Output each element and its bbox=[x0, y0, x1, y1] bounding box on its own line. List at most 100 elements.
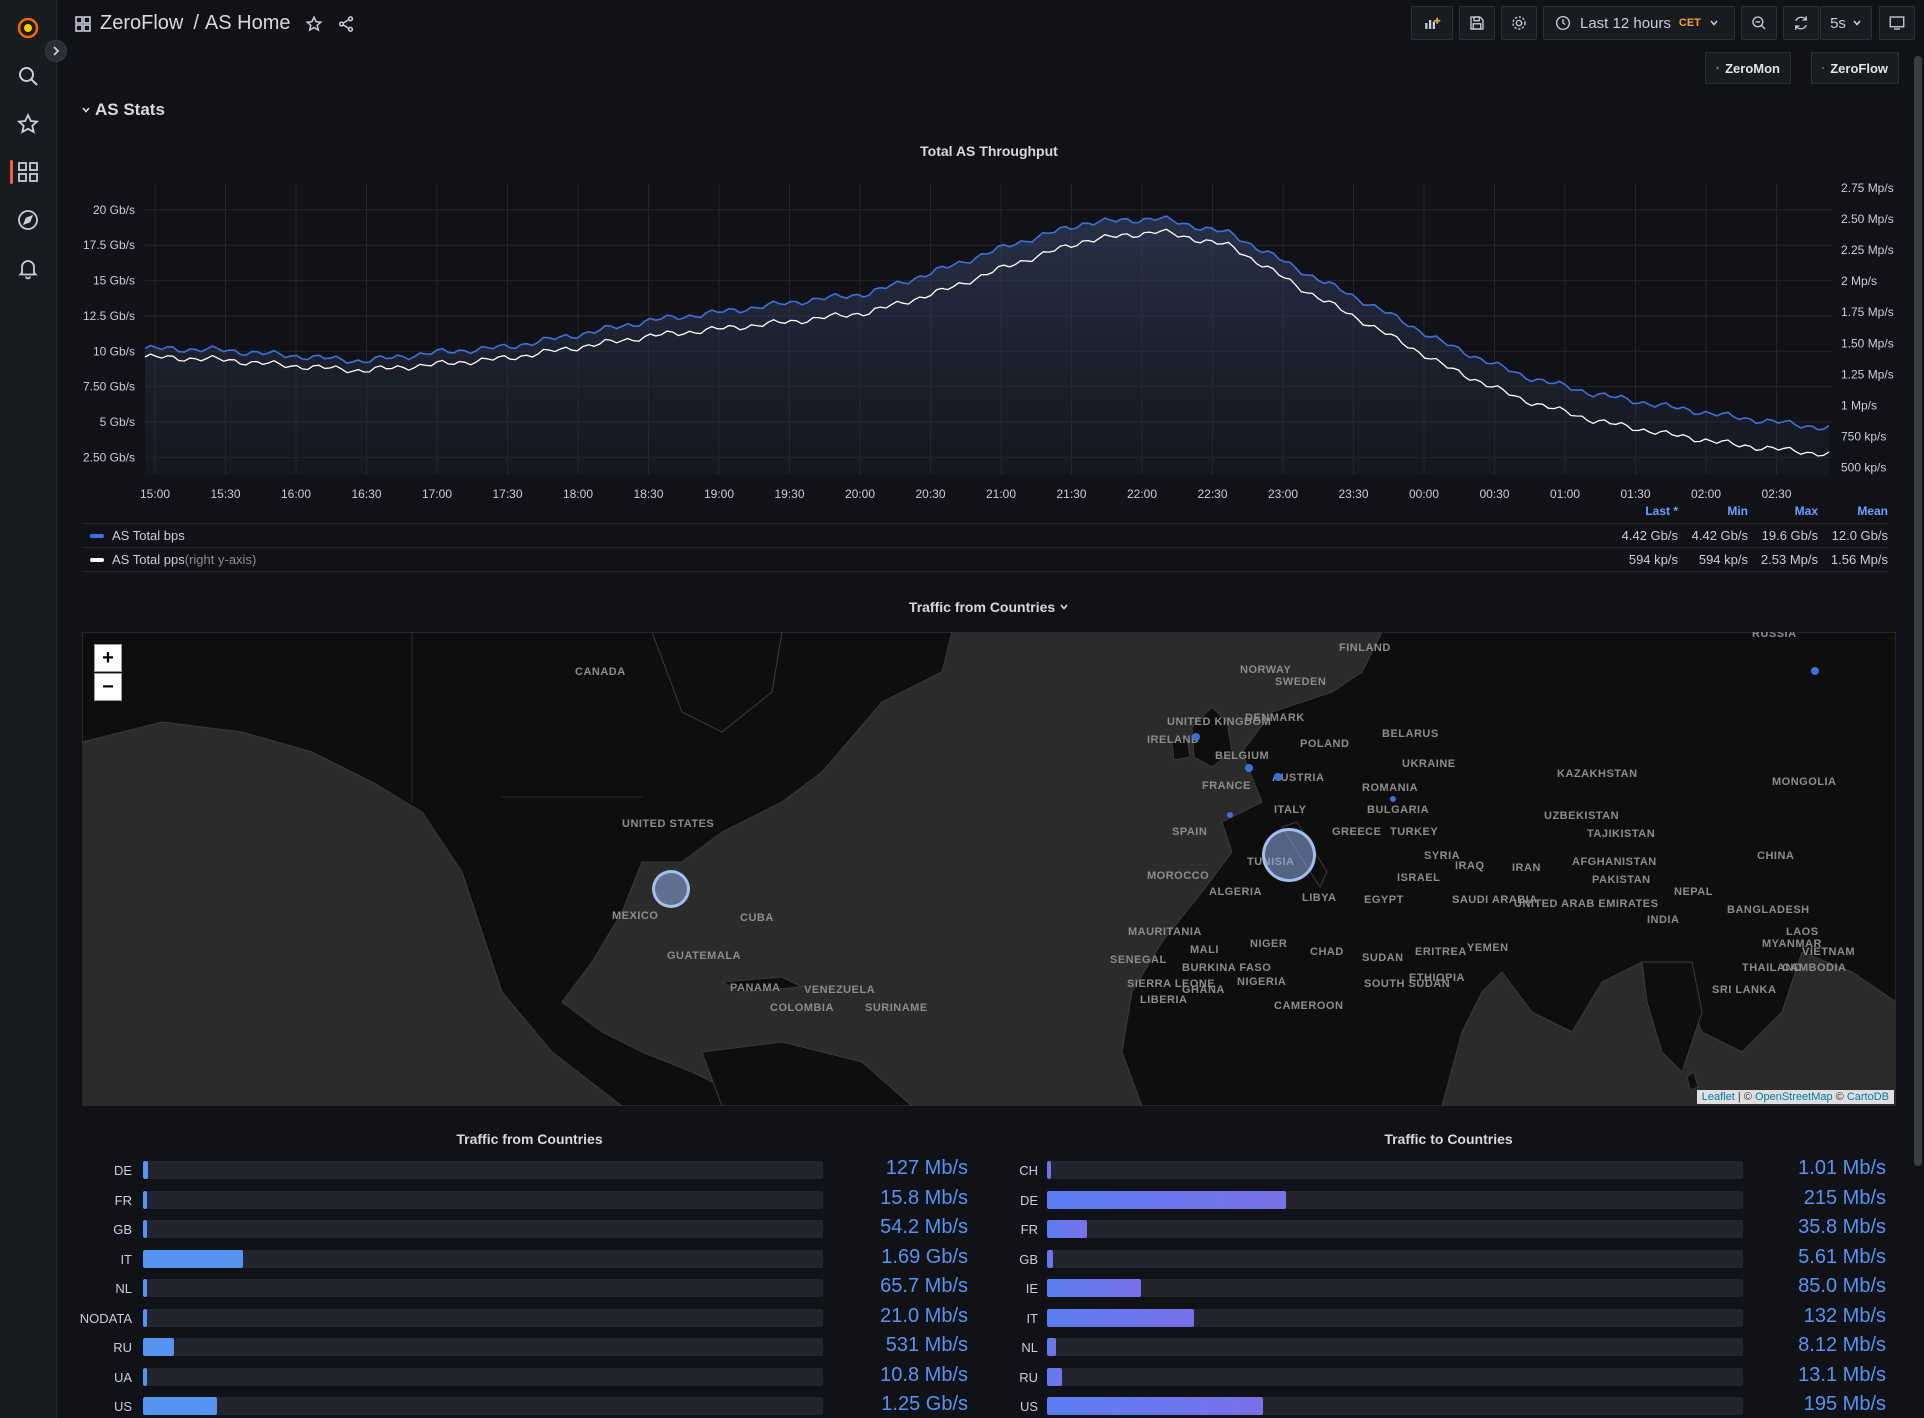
bargauge-track[interactable] bbox=[1047, 1367, 1743, 1386]
chart-y-right-tick: 2.75 Mp/s bbox=[1841, 181, 1894, 195]
bargauge-fill bbox=[143, 1190, 147, 1209]
bargauge-track[interactable] bbox=[143, 1190, 823, 1209]
map-country-label: FINLAND bbox=[1339, 642, 1391, 654]
map-country-label: ISRAEL bbox=[1397, 872, 1441, 884]
legend-header-min[interactable]: Min bbox=[1678, 504, 1748, 518]
bargauge-track[interactable] bbox=[1047, 1308, 1743, 1327]
legend-min: 4.42 Gb/s bbox=[1691, 528, 1748, 543]
bargauge-label: US bbox=[1019, 1399, 1038, 1414]
bargauge-track[interactable] bbox=[143, 1308, 823, 1327]
bargauge-fill bbox=[1047, 1338, 1057, 1356]
bargauge-value: 65.7 Mb/s bbox=[880, 1275, 968, 1297]
bargauge-track[interactable] bbox=[143, 1279, 823, 1297]
chart-y-right-tick: 1.50 Mp/s bbox=[1841, 336, 1894, 350]
map-country-label: SRI LANKA bbox=[1712, 984, 1777, 996]
chart-x-tick: 15:00 bbox=[140, 487, 170, 501]
bargauge-track[interactable] bbox=[143, 1249, 823, 1268]
bargauge-fill bbox=[1047, 1308, 1194, 1327]
chart-x-tick: 17:30 bbox=[492, 487, 522, 501]
legend-mean: 12.0 Gb/s bbox=[1831, 528, 1888, 543]
bargauge-track[interactable] bbox=[1047, 1249, 1743, 1268]
throughput-chart[interactable]: 2.50 Gb/s 5 Gb/s 7.50 Gb/s 10 Gb/s 12.5 Gb/s… bbox=[0, 0, 1924, 520]
map-country-label: MOROCCO bbox=[1147, 870, 1210, 882]
bargauge-track[interactable] bbox=[143, 1338, 823, 1356]
map-country-label: THAILAND bbox=[1742, 962, 1803, 974]
bargauge-label: FR bbox=[114, 1192, 132, 1208]
traffic-to-panel-title[interactable]: Traffic to Countries bbox=[1001, 1131, 1896, 1147]
map-dot-gb[interactable] bbox=[1192, 733, 1200, 741]
map-zoom-in-button[interactable]: + bbox=[94, 644, 122, 672]
map-dot-ru[interactable] bbox=[1811, 667, 1819, 675]
map-country-label: AFGHANISTAN bbox=[1572, 856, 1657, 868]
legend-item-bps[interactable]: AS Total bps bbox=[90, 528, 185, 543]
legend-header-max[interactable]: Max bbox=[1748, 504, 1818, 518]
chart-x-tick: 18:00 bbox=[563, 487, 593, 501]
chart-y-right-tick: 500 kp/s bbox=[1841, 461, 1886, 475]
map-dot-nl[interactable] bbox=[1245, 764, 1253, 772]
map-country-label: UKRAINE bbox=[1402, 758, 1456, 770]
bargauge-value: 54.2 Mb/s bbox=[880, 1216, 968, 1238]
bargauge-value: 35.8 Mb/s bbox=[1798, 1216, 1886, 1238]
chart-y-left-tick: 2.50 Gb/s bbox=[83, 450, 135, 464]
chart-x-tick: 20:00 bbox=[845, 487, 875, 501]
map-landmass bbox=[82, 632, 1896, 1106]
map-country-label: LIBERIA bbox=[1140, 994, 1188, 1006]
bargauge-label: IT bbox=[120, 1251, 132, 1267]
map-country-label: IRAN bbox=[1512, 862, 1541, 874]
map-country-label: FRANCE bbox=[1202, 780, 1251, 792]
chart-y-left-tick: 5 Gb/s bbox=[100, 415, 135, 429]
bargauge-track[interactable] bbox=[143, 1220, 823, 1238]
bargauge-track[interactable] bbox=[1047, 1161, 1743, 1179]
bargauge-track[interactable] bbox=[143, 1367, 823, 1386]
map-country-label: NIGER bbox=[1250, 938, 1288, 950]
bargauge-value: 1.25 Gb/s bbox=[881, 1393, 968, 1415]
legend-header-mean[interactable]: Mean bbox=[1818, 504, 1888, 518]
map-country-label: PAKISTAN bbox=[1592, 874, 1651, 886]
world-map[interactable]: + − CANADA UNITED STATES MEXICO CUBA GUATEMA… bbox=[82, 632, 1896, 1106]
bargauge-fill bbox=[143, 1338, 175, 1356]
bargauge-track[interactable] bbox=[1047, 1220, 1743, 1238]
map-panel-title[interactable]: Traffic from Countries bbox=[82, 599, 1896, 615]
chart-y-right-tick: 2.50 Mp/s bbox=[1841, 212, 1894, 226]
map-country-label: UNITED KINGDOM bbox=[1167, 716, 1272, 728]
chart-x-tick: 18:30 bbox=[633, 487, 663, 501]
map-country-label: GUATEMALA bbox=[667, 950, 741, 962]
bargauge-value: 1.69 Gb/s bbox=[881, 1245, 968, 1268]
map-country-label: UNITED STATES bbox=[622, 818, 715, 830]
expand-sidebar-button[interactable] bbox=[45, 40, 67, 62]
map-dot-de[interactable] bbox=[1274, 773, 1282, 781]
bargauge-track[interactable] bbox=[1047, 1190, 1743, 1209]
legend-mean: 1.56 Mp/s bbox=[1830, 552, 1888, 567]
legend-item-pps[interactable]: AS Total pps (right y-axis) bbox=[90, 552, 256, 567]
map-zoom-out-button[interactable]: − bbox=[94, 673, 122, 701]
map-country-label: CHAD bbox=[1310, 946, 1344, 958]
bargauge-track[interactable] bbox=[1047, 1338, 1743, 1356]
bargauge-value: 215 Mb/s bbox=[1803, 1186, 1886, 1209]
bargauge-fill bbox=[1047, 1249, 1054, 1268]
legend-values-pps: 594 kp/s 594 kp/s 2.53 Mp/s 1.56 Mp/s bbox=[1608, 552, 1888, 567]
bargauge-track[interactable] bbox=[143, 1161, 823, 1179]
attribution-leaflet-link[interactable]: Leaflet bbox=[1702, 1091, 1735, 1103]
chart-x-tick: 00:00 bbox=[1409, 487, 1439, 501]
chart-x-tick: 02:30 bbox=[1761, 487, 1791, 501]
map-country-label: MAURITANIA bbox=[1128, 926, 1202, 938]
attribution-carto-link[interactable]: CartoDB bbox=[1847, 1091, 1889, 1103]
map-bubble-us[interactable] bbox=[652, 870, 690, 908]
chart-x-tick: 22:00 bbox=[1127, 487, 1157, 501]
map-country-label: CANADA bbox=[575, 666, 626, 678]
chart-x-tick: 23:00 bbox=[1268, 487, 1298, 501]
legend-last: 4.42 Gb/s bbox=[1621, 528, 1678, 543]
page-scrollbar[interactable] bbox=[1914, 56, 1922, 1166]
attribution-osm-link[interactable]: OpenStreetMap bbox=[1755, 1091, 1833, 1103]
bargauge-track[interactable] bbox=[143, 1397, 823, 1415]
map-bubble-it[interactable] bbox=[1262, 828, 1316, 882]
bargauge-label: GB bbox=[113, 1222, 132, 1237]
legend-header-last[interactable]: Last * bbox=[1608, 504, 1678, 518]
legend-max: 2.53 Mp/s bbox=[1760, 552, 1818, 567]
map-dot-ua[interactable] bbox=[1390, 796, 1396, 802]
bargauge-track[interactable] bbox=[1047, 1279, 1743, 1297]
bargauge-track[interactable] bbox=[1047, 1397, 1743, 1415]
map-dot-fr[interactable] bbox=[1227, 812, 1233, 818]
map-country-label: BELGIUM bbox=[1215, 750, 1270, 762]
traffic-from-panel-title[interactable]: Traffic from Countries bbox=[82, 1131, 977, 1147]
